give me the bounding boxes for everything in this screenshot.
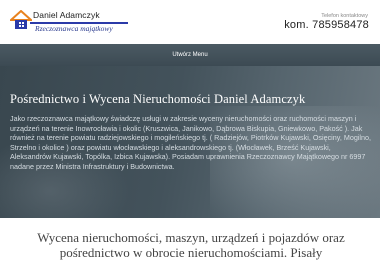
menu-bar: Utwórz Menu — [0, 44, 380, 66]
section-title: Wycena nieruchomości, maszyn, urządzeń i… — [37, 230, 345, 260]
logo-subtitle: Rzeczoznawca majątkowy — [35, 24, 113, 33]
contact-phone[interactable]: kom. 785958478 — [284, 19, 369, 31]
logo-name: Daniel Adamczyk — [33, 10, 100, 20]
hero-title: Pośrednictwo i Wycena Nieruchomości Dani… — [10, 92, 306, 106]
create-menu-button[interactable]: Utwórz Menu — [160, 48, 220, 62]
hero-description: Jako rzeczoznawca majątkowy świadczę usł… — [10, 114, 372, 171]
site-logo[interactable]: Daniel Adamczyk Rzeczoznawca majątkowy — [10, 10, 128, 36]
site-header: Daniel Adamczyk Rzeczoznawca majątkowy T… — [0, 0, 380, 44]
house-logo-icon — [10, 10, 32, 29]
hero-banner: Pośrednictwo i Wycena Nieruchomości Dani… — [0, 66, 380, 218]
